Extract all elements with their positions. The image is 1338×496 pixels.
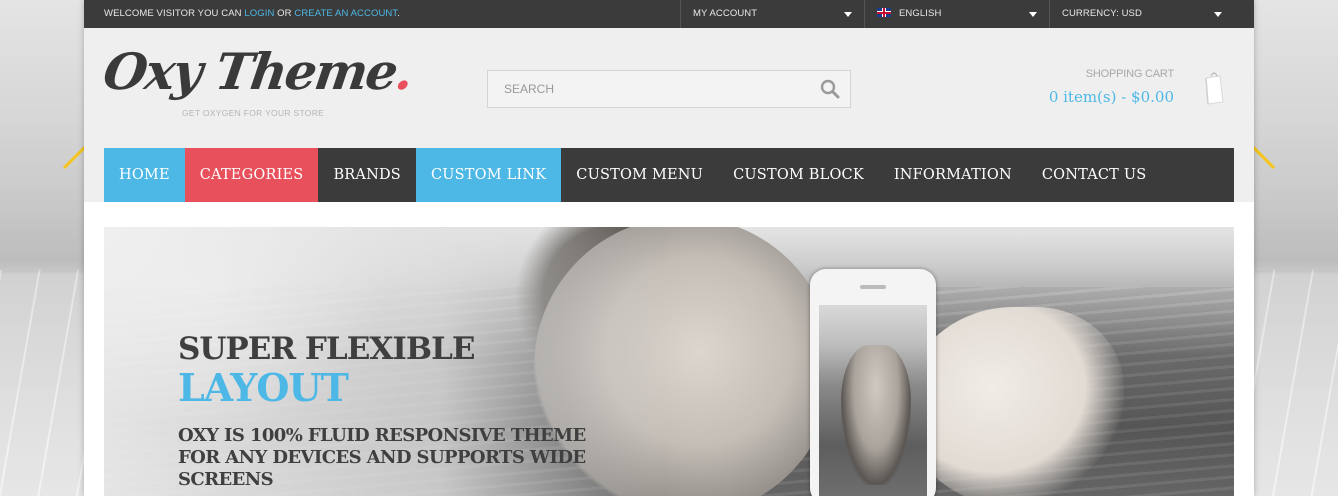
nav-item-custom-block[interactable]: CUSTOM BLOCK [718,148,879,202]
welcome-prefix: WELCOME VISITOR YOU CAN [104,8,245,19]
uk-flag-icon [877,8,891,17]
welcome-suffix: . [397,8,400,19]
page-container: WELCOME VISITOR YOU CAN LOGIN OR CREATE … [84,0,1254,496]
cart-total-link[interactable]: 0 item(s) - $0.00 [1014,88,1174,106]
phone-screen [819,305,927,496]
search-box [487,70,851,108]
nav-item-information[interactable]: INFORMATION [879,148,1027,202]
welcome-message: WELCOME VISITOR YOU CAN LOGIN OR CREATE … [104,0,400,28]
banner-hand [904,307,1124,496]
welcome-or: OR [274,8,295,19]
shopping-bag-icon[interactable] [1202,70,1226,106]
banner-description: OXY IS 100% FLUID RESPONSIVE THEME FOR A… [178,425,586,490]
banner-title: SUPER FLEXIBLE [178,331,476,367]
create-account-link[interactable]: CREATE AN ACCOUNT [294,8,397,19]
top-bar: WELCOME VISITOR YOU CAN LOGIN OR CREATE … [84,0,1254,28]
main-nav: HOME CATEGORIES BRANDS CUSTOM LINK CUSTO… [104,148,1234,202]
nav-item-contact-us[interactable]: CONTACT US [1027,148,1162,202]
hero-banner[interactable]: SUPER FLEXIBLE LAYOUT OXY IS 100% FLUID … [104,227,1234,496]
my-account-dropdown[interactable]: MY ACCOUNT [680,0,864,28]
nav-item-brands[interactable]: BRANDS [318,148,416,202]
caret-down-icon [1029,12,1037,17]
logo[interactable]: Oxy Theme. [100,42,416,101]
logo-tagline: GET OXYGEN FOR YOUR STORE [182,108,325,118]
caret-down-icon [844,12,852,17]
banner-title-highlight: LAYOUT [178,365,349,410]
currency-dropdown[interactable]: CURRENCY: USD [1049,0,1234,28]
phone-speaker [860,285,886,289]
login-link[interactable]: LOGIN [244,8,274,19]
currency-label: CURRENCY: USD [1062,8,1142,19]
shopping-cart-label: SHOPPING CART [1085,68,1174,80]
header: Oxy Theme. GET OXYGEN FOR YOUR STORE SHO… [84,28,1254,202]
nav-item-home[interactable]: HOME [104,148,185,202]
my-account-label: MY ACCOUNT [693,8,758,19]
nav-item-categories[interactable]: CATEGORIES [184,148,319,202]
nav-item-custom-menu[interactable]: CUSTOM MENU [561,148,718,202]
search-input[interactable] [488,71,808,107]
phone-screen-photo [841,345,911,485]
nav-item-custom-link[interactable]: CUSTOM LINK [415,148,562,202]
banner-phone [810,269,936,496]
language-label: ENGLISH [899,8,942,19]
search-icon[interactable] [820,79,840,99]
language-dropdown[interactable]: ENGLISH [864,0,1049,28]
logo-text: Oxy Theme [99,42,401,101]
caret-down-icon [1214,12,1222,17]
